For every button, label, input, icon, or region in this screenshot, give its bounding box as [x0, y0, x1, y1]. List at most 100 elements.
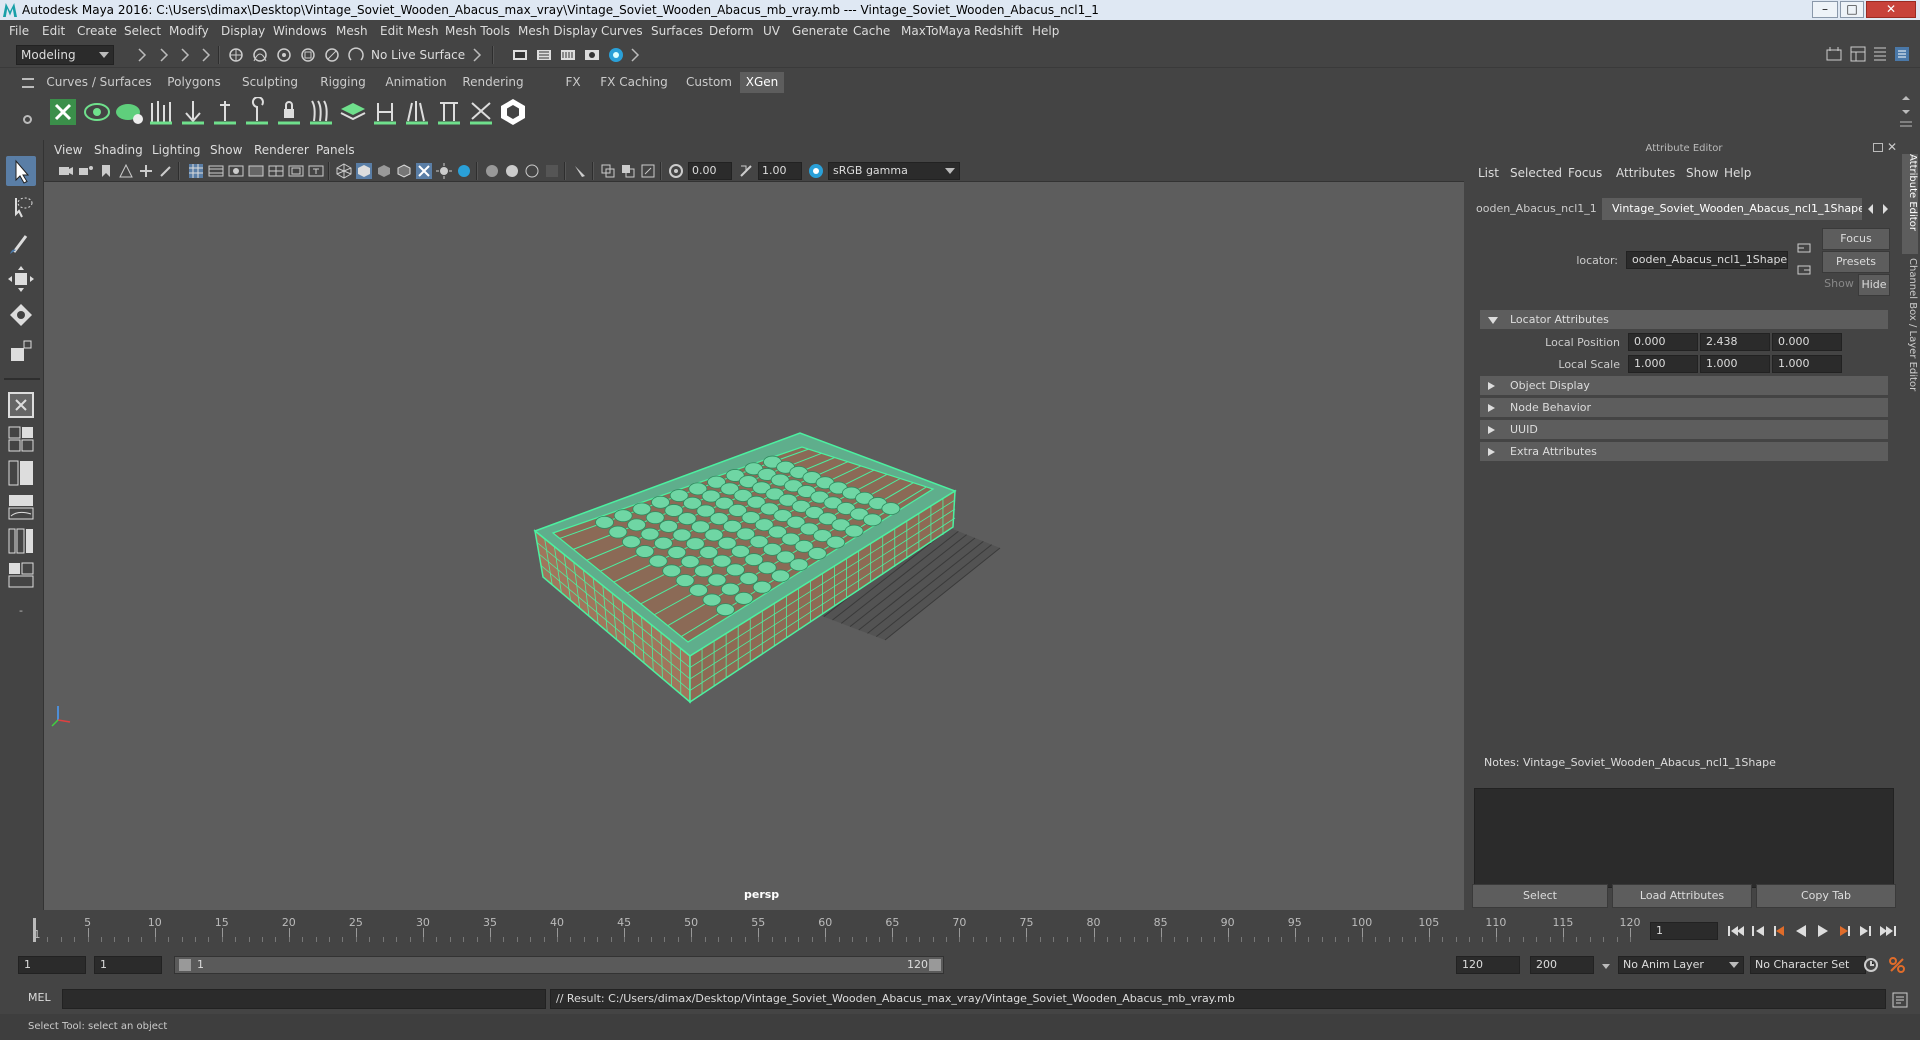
playback-end-field[interactable]: 120: [1456, 956, 1520, 974]
show-button[interactable]: Show: [1822, 274, 1856, 294]
outliner-layout-icon[interactable]: [6, 526, 36, 556]
play-backwards-icon[interactable]: [1796, 925, 1806, 937]
close-panel-icon[interactable]: ✕: [1887, 140, 1897, 154]
ae-menu-show[interactable]: Show: [1686, 166, 1718, 180]
select-button[interactable]: Select: [1472, 884, 1608, 908]
menu-help[interactable]: Help: [1032, 20, 1059, 42]
abacus-bead[interactable]: [807, 547, 827, 560]
menu-select[interactable]: Select: [124, 20, 161, 42]
xgen-bend-guide-icon[interactable]: [242, 97, 272, 127]
select-tool[interactable]: [6, 156, 36, 186]
go-to-end-icon[interactable]: [1880, 926, 1896, 936]
abacus-bead[interactable]: [632, 502, 652, 516]
gamma-field[interactable]: 1.00: [758, 162, 802, 180]
tab-curves-surfaces[interactable]: Curves / Surfaces: [44, 72, 154, 93]
hud-icon[interactable]: [640, 163, 656, 179]
animation-preferences-icon[interactable]: [1888, 956, 1906, 974]
tab-rigging[interactable]: Rigging: [308, 72, 378, 93]
load-attributes-button[interactable]: Load Attributes: [1612, 884, 1752, 908]
section-object-display[interactable]: Object Display: [1480, 376, 1888, 395]
section-extra-attributes[interactable]: Extra Attributes: [1480, 442, 1888, 461]
attribute-editor-toggle-icon[interactable]: [1894, 46, 1910, 62]
abacus-bead[interactable]: [826, 535, 846, 549]
vp-menu-lighting[interactable]: Lighting: [152, 143, 201, 157]
bookmark-icon[interactable]: [98, 163, 114, 179]
abacus-bead[interactable]: [595, 515, 614, 529]
menu-display[interactable]: Display: [221, 20, 265, 42]
snap-point-icon[interactable]: [276, 47, 292, 63]
abacus-bead[interactable]: [648, 554, 668, 568]
abacus-bead[interactable]: [685, 537, 705, 551]
anim-layer-selector[interactable]: No Anim Layer: [1618, 956, 1744, 974]
persp-graph-layout-icon[interactable]: [6, 492, 36, 522]
side-tab-attribute-editor[interactable]: Attribute Editor: [1902, 154, 1918, 254]
float-panel-icon[interactable]: [1873, 143, 1883, 152]
four-view-layout-icon[interactable]: [6, 424, 36, 454]
xgen-interactive-groom-icon[interactable]: [498, 97, 528, 127]
hypershade-icon[interactable]: [608, 47, 624, 63]
vp-menu-panels[interactable]: Panels: [316, 143, 355, 157]
go-to-input-icon[interactable]: [1796, 240, 1812, 256]
abacus-bead[interactable]: [621, 535, 641, 549]
abacus-bead[interactable]: [667, 546, 687, 559]
tab-fx[interactable]: FX: [558, 72, 588, 93]
rotate-tool-icon[interactable]: [6, 300, 36, 330]
menu-generate[interactable]: Generate: [792, 20, 848, 42]
snap-curve-icon[interactable]: [252, 47, 268, 63]
snap-grid-icon[interactable]: [228, 47, 244, 63]
exposure-field[interactable]: 0.00: [688, 162, 732, 180]
tab-scroll-arrows-icon[interactable]: [1866, 204, 1890, 214]
menu-create[interactable]: Create: [77, 20, 117, 42]
menu-deform[interactable]: Deform: [709, 20, 754, 42]
abacus-bead[interactable]: [720, 582, 740, 596]
xgen-create-icon[interactable]: [114, 97, 144, 127]
abacus-bead[interactable]: [863, 513, 882, 527]
character-set-selector[interactable]: No Character Set: [1750, 956, 1866, 974]
current-time-indicator[interactable]: [33, 918, 36, 942]
menu-edit-mesh[interactable]: Edit Mesh: [380, 20, 439, 42]
menu-edit[interactable]: Edit: [42, 20, 65, 42]
xray-components-icon[interactable]: [620, 163, 636, 179]
open-scene-icon[interactable]: [135, 47, 151, 63]
single-perspective-layout-icon[interactable]: [6, 390, 36, 420]
colorspace-selector[interactable]: sRGB gamma: [828, 162, 960, 180]
side-tab-channel-box[interactable]: Channel Box / Layer Editor: [1902, 258, 1918, 408]
section-uuid[interactable]: UUID: [1480, 420, 1888, 439]
abacus-bead[interactable]: [659, 519, 678, 533]
start-time-field[interactable]: 1: [18, 956, 86, 974]
exposure-icon[interactable]: [668, 163, 684, 179]
xgen-comb-icon[interactable]: [306, 97, 336, 127]
resolution-gate-icon[interactable]: [228, 163, 244, 179]
go-to-output-icon[interactable]: [1796, 262, 1812, 278]
local-scale-y[interactable]: 1.000: [1700, 355, 1770, 373]
xgen-add-guide-icon[interactable]: [178, 97, 208, 127]
menu-redshift[interactable]: Redshift: [974, 20, 1023, 42]
vp-menu-renderer[interactable]: Renderer: [254, 143, 309, 157]
abacus-bead[interactable]: [707, 573, 727, 587]
tab-custom[interactable]: Custom: [680, 72, 738, 93]
camera-attributes-icon[interactable]: [78, 163, 94, 179]
xgen-cut-icon[interactable]: [370, 97, 400, 127]
abacus-bead[interactable]: [699, 546, 719, 559]
xray-joints-icon[interactable]: [600, 163, 616, 179]
abacus-bead[interactable]: [662, 564, 682, 578]
xgen-delete-icon[interactable]: [466, 97, 496, 127]
paint-select-icon[interactable]: [6, 228, 36, 258]
2d-pan-zoom-icon[interactable]: [138, 163, 154, 179]
abacus-bead[interactable]: [613, 509, 633, 523]
script-editor-icon[interactable]: [1892, 992, 1908, 1008]
channel-box-toggle-icon[interactable]: [1872, 46, 1888, 62]
safe-title-icon[interactable]: [308, 163, 324, 179]
range-start-handle[interactable]: [179, 959, 191, 971]
tab-sculpting[interactable]: Sculpting: [230, 72, 310, 93]
mode-selector[interactable]: Modeling: [16, 45, 114, 65]
abacus-bead[interactable]: [771, 569, 790, 583]
gamma-icon[interactable]: [738, 163, 754, 179]
minimize-button[interactable]: –: [1812, 1, 1838, 18]
shelf-menu-icon[interactable]: [22, 78, 34, 88]
grease-pencil-icon[interactable]: [158, 163, 174, 179]
abacus-bead[interactable]: [608, 525, 628, 539]
make-live-icon[interactable]: [348, 47, 364, 63]
isolate-select-icon[interactable]: [572, 163, 588, 179]
render-settings-icon[interactable]: [584, 47, 600, 63]
